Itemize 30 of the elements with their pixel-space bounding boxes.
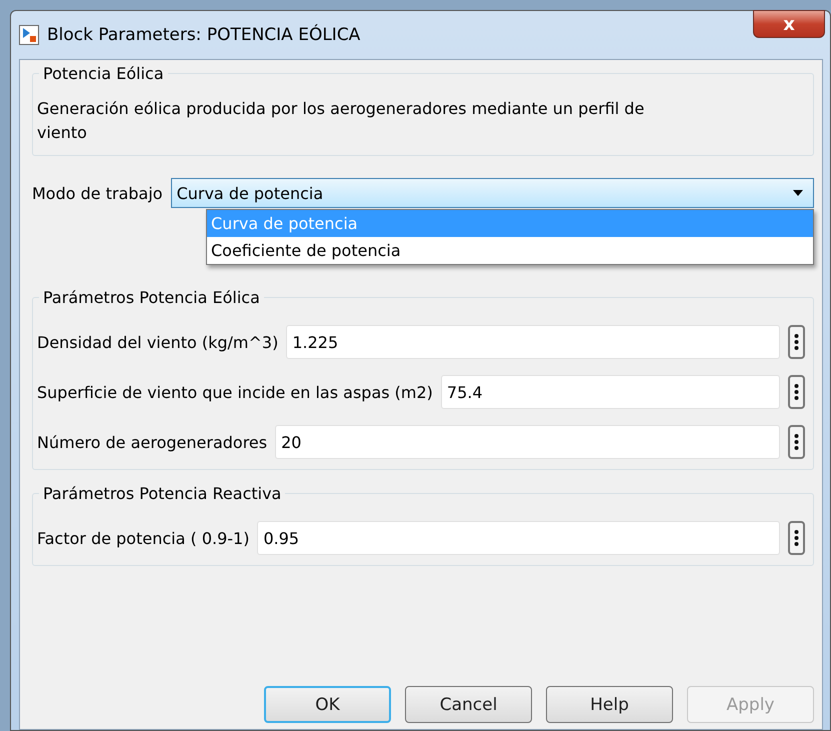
group-title: Parámetros Potencia Eólica	[42, 288, 261, 307]
more-options-button[interactable]	[788, 521, 805, 555]
window-title: Block Parameters: POTENCIA EÓLICA	[47, 25, 360, 45]
dots-icon	[794, 333, 799, 351]
parameter-label: Factor de potencia ( 0.9-1)	[37, 528, 250, 548]
dropdown-option[interactable]: Coeficiente de potencia	[207, 237, 813, 264]
dots-icon	[794, 529, 799, 547]
close-button[interactable]: x	[753, 10, 825, 38]
group-title: Parámetros Potencia Reactiva	[42, 484, 282, 503]
group-title: Potencia Eólica	[42, 64, 165, 83]
dots-icon	[794, 433, 799, 451]
dialog-button[interactable]: OK	[264, 686, 391, 723]
parameter-label: Superficie de viento que incide en las aspas (m2)	[37, 382, 433, 402]
parameter-input[interactable]: 0.95	[257, 521, 780, 555]
parameter-input[interactable]: 1.225	[286, 325, 780, 359]
more-options-button[interactable]	[788, 375, 805, 409]
block-icon	[19, 25, 39, 45]
field-label: Modo de trabajo	[32, 184, 163, 202]
dots-icon	[794, 383, 799, 401]
mode-dropdown[interactable]: Curva de potencia	[170, 178, 814, 208]
parameter-label: Densidad del viento (kg/m^3)	[37, 332, 278, 352]
parameter-input[interactable]: 20	[275, 425, 780, 459]
parameter-input[interactable]: 75.4	[440, 375, 780, 409]
dialog-button[interactable]: Help	[546, 686, 673, 723]
block-description: Generación eólica producida por los aerogeneradores mediante un perfil de viento	[37, 98, 646, 144]
parameter-label: Número de aerogeneradores	[37, 432, 268, 452]
more-options-button[interactable]	[788, 425, 805, 459]
caret-icon	[793, 190, 803, 196]
dialog-button[interactable]: Cancel	[405, 686, 532, 723]
more-options-button[interactable]	[788, 325, 805, 359]
